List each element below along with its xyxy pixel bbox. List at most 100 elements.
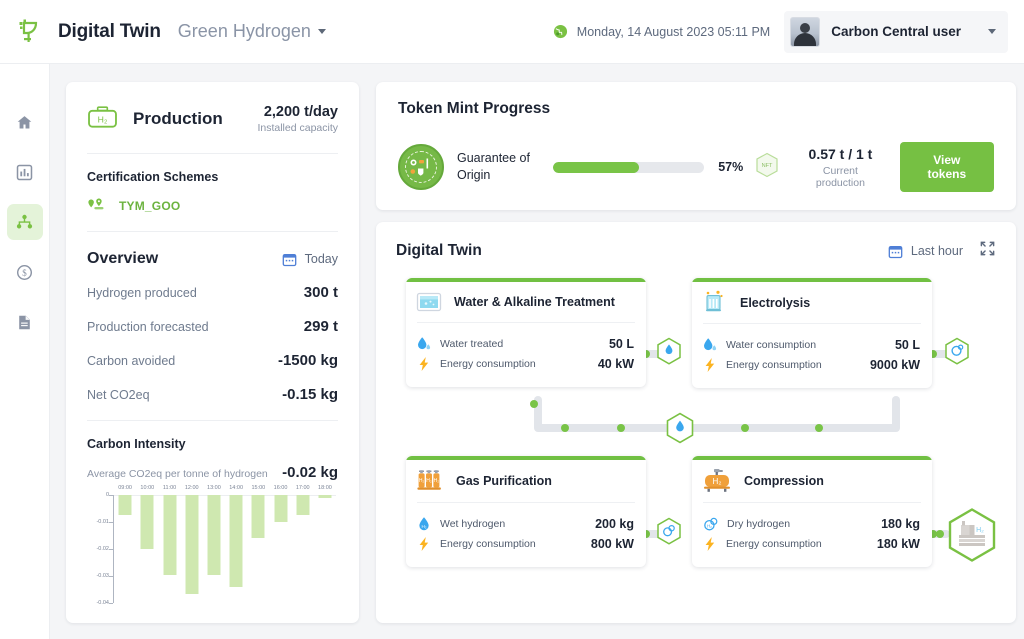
- node-gas-purification[interactable]: H₂ H₂ H₂ Gas Purification H₂ Wet hydroge…: [406, 456, 646, 567]
- overview-stat-row: Hydrogen produced 300 t: [87, 284, 338, 301]
- overview-stats: Hydrogen produced 300 t Production forecas…: [87, 284, 338, 403]
- process-flow-diagram: Water & Alkaline Treatment Water treated…: [396, 276, 996, 606]
- production-card: H₂ Production 2,200 t/day Installed capa…: [66, 82, 359, 623]
- sidebar-item-finance[interactable]: $: [7, 254, 43, 290]
- view-tokens-button[interactable]: View tokens: [899, 142, 995, 192]
- chevron-down-icon: [988, 29, 996, 34]
- hydrogen-molecule-hex-icon: [945, 337, 969, 365]
- sidebar-item-analytics[interactable]: [7, 154, 43, 190]
- svg-text:$: $: [22, 267, 27, 277]
- connector-token-water-drop[interactable]: [656, 337, 682, 371]
- production-title: Production: [133, 109, 223, 128]
- chart-bar-column: [181, 495, 203, 603]
- lightning-bolt-icon: [705, 358, 715, 372]
- token-mint-card: Token Mint Progress Guarantee of Origin: [376, 82, 1016, 210]
- node-metric-label: Water consumption: [726, 339, 817, 351]
- node-metric-label: Water treated: [440, 338, 504, 350]
- guarantee-of-origin-badge-icon: [410, 158, 429, 176]
- mint-progress-bar: [552, 161, 705, 173]
- datetime-display: Monday, 14 August 2023 05:11 PM: [553, 24, 770, 39]
- certification-item[interactable]: TYM_GOO: [87, 197, 338, 214]
- expand-fullscreen-icon[interactable]: [979, 240, 996, 262]
- certification-section: Certification Schemes TYM_GOO: [87, 154, 338, 214]
- digital-twin-period-label: Last hour: [910, 244, 963, 258]
- token-mint-title: Token Mint Progress: [398, 100, 551, 117]
- chart-bar-column: [203, 495, 225, 603]
- node-water-alkaline-treatment[interactable]: Water & Alkaline Treatment Water treated…: [406, 278, 646, 387]
- production-ratio-label: Current production: [815, 164, 865, 189]
- mint-progress-fill: [552, 161, 640, 173]
- chart-x-tick-label: 10:00: [140, 485, 155, 491]
- avatar: [790, 16, 821, 47]
- node-metric-value: 200 kg: [595, 517, 634, 531]
- hydrogen-plant-hex-icon: H₂: [948, 508, 996, 562]
- chart-x-tick-label: 14:00: [229, 485, 243, 491]
- divider: [87, 231, 338, 232]
- dollar-circle-icon: $: [16, 264, 33, 280]
- project-selector[interactable]: Green Hydrogen: [178, 21, 326, 42]
- overview-stat-row: Production forecasted 299 t: [87, 318, 338, 335]
- sidebar-item-home[interactable]: [7, 104, 43, 140]
- document-icon: [19, 315, 30, 329]
- user-menu[interactable]: Carbon Central user: [784, 10, 1008, 53]
- node-electrolysis[interactable]: Electrolysis Water consumption 50 L Ener…: [692, 278, 932, 388]
- chart-x-axis-labels: 09:00 10:00 11:00 12:00 13:00 14:00 15:00 16:00…: [114, 485, 336, 495]
- lightning-bolt-icon: [705, 537, 715, 551]
- node-compression[interactable]: H₂ Compression H₂ Dry hydrogen 180 kg En…: [692, 456, 932, 567]
- digital-twin-period-selector[interactable]: Last hour: [888, 244, 963, 259]
- output-plant-hexagon[interactable]: H₂: [945, 507, 999, 570]
- water-drop-icon: [418, 337, 431, 350]
- node-metric-label: Wet hydrogen: [440, 518, 506, 530]
- globe-icon: [553, 24, 567, 39]
- pipe-dot: [936, 530, 944, 538]
- chart-bar-column: [314, 495, 336, 603]
- chart-bar: [251, 495, 265, 539]
- sidebar-item-digital-twin[interactable]: [6, 204, 43, 240]
- mint-progress-percent: 57%: [718, 160, 744, 174]
- chart-y-tick-label: -0.03: [96, 573, 109, 579]
- node-title: Electrolysis: [740, 295, 811, 310]
- node-metric-row: Energy consumption 9000 kW: [703, 357, 920, 373]
- electrolysis-beaker-icon: [706, 290, 723, 312]
- app-logo[interactable]: [0, 17, 58, 47]
- chevron-down-icon: [317, 29, 326, 34]
- node-metrics: Water consumption 50 L Energy consumptio…: [692, 324, 932, 388]
- sidebar-item-documents[interactable]: [7, 304, 43, 340]
- node-metric-row: Water consumption 50 L: [703, 337, 920, 353]
- connector-token-mid-water-drop[interactable]: [665, 412, 695, 450]
- pipe-dot: [741, 424, 749, 432]
- node-metric-label: Energy consumption: [440, 358, 536, 370]
- water-tank-icon: [416, 292, 442, 312]
- overview-stat-label: Net CO2eq: [87, 388, 150, 402]
- connector-token-hydrogen-pair[interactable]: [656, 517, 682, 551]
- overview-period-selector[interactable]: Today: [282, 252, 338, 267]
- chart-bar-column: [292, 495, 314, 603]
- capacity-value: 2,200 t/day: [263, 104, 338, 120]
- node-title: Compression: [744, 474, 824, 488]
- node-metrics: H₂ Dry hydrogen 180 kg Energy consumptio…: [692, 503, 932, 567]
- chart-y-tick-label: -0.02: [96, 546, 109, 552]
- leaf-tree-logo-icon: [19, 19, 38, 42]
- chart-bar-column: [158, 495, 180, 603]
- chart-y-tick-mark: [109, 522, 113, 523]
- chart-bar-column: [225, 495, 247, 603]
- carbon-intensity-chart: 09:00 10:00 11:00 12:00 13:00 14:00 15:00 16:00…: [87, 485, 338, 615]
- overview-stat-label: Carbon avoided: [87, 354, 176, 368]
- svg-text:H₂: H₂: [976, 527, 984, 534]
- carbon-intensity-value: -0.02 kg: [282, 464, 338, 481]
- chart-bar: [207, 495, 221, 575]
- connector-token-hydrogen-molecule[interactable]: [944, 337, 970, 371]
- scheme-name-line2: Origin: [457, 168, 491, 182]
- app-root: Digital Twin Green Hydrogen Monday, 14 A…: [0, 0, 1024, 639]
- node-metric-value: 50 L: [894, 338, 920, 352]
- carbon-intensity-section: Carbon Intensity Average CO2eq per tonne…: [87, 437, 338, 481]
- digital-twin-header: Digital Twin Last hour: [396, 240, 996, 262]
- chart-x-tick-label: 18:00: [318, 485, 332, 491]
- svg-text:H₂: H₂: [421, 524, 426, 529]
- chart-x-tick-label: 15:00: [251, 485, 266, 491]
- chart-bar: [318, 495, 332, 498]
- chart-x-tick-label: 12:00: [184, 485, 199, 491]
- hydrogen-pair-hex-icon: [657, 517, 681, 545]
- node-header: Water & Alkaline Treatment: [406, 282, 646, 322]
- node-metric-value: 40 kW: [597, 357, 634, 371]
